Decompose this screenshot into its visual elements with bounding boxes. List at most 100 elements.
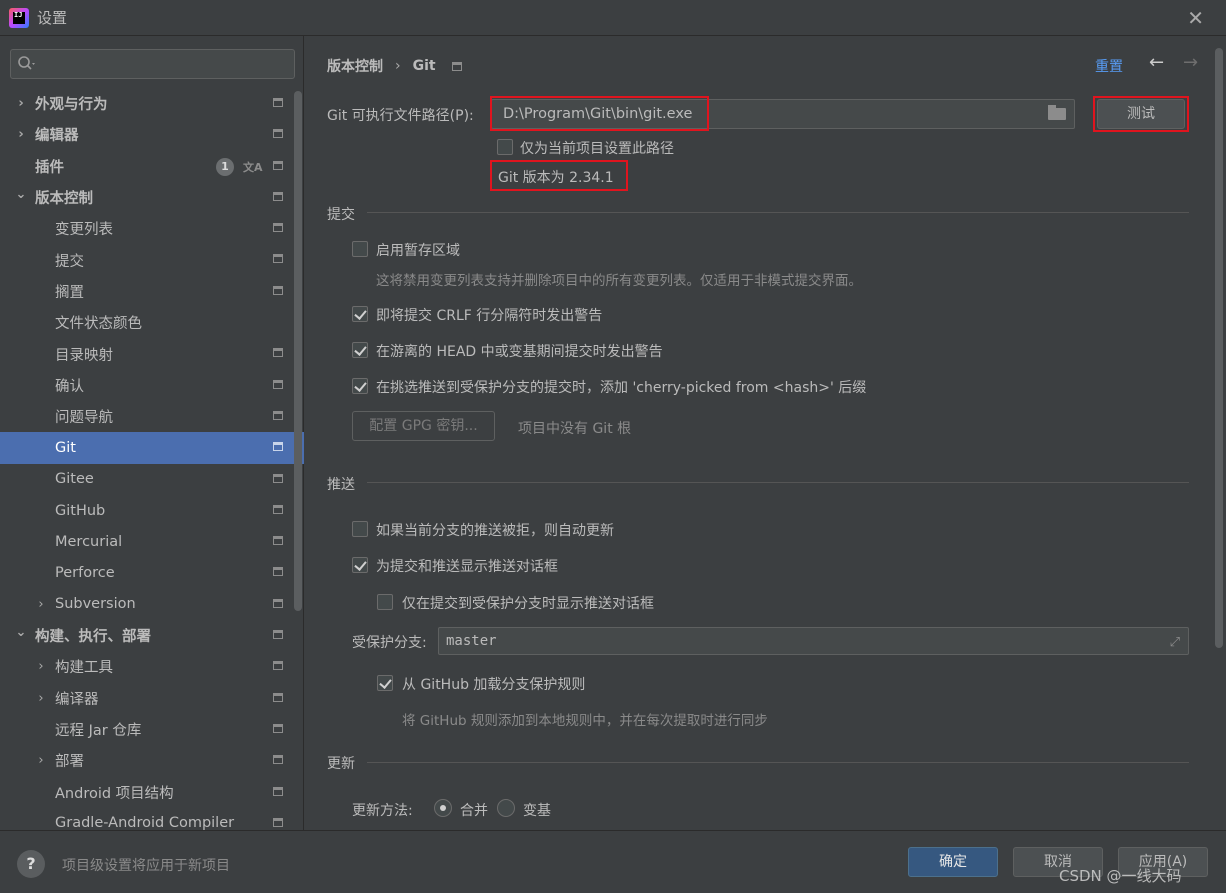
sidebar-item[interactable]: › 外观与行为: [0, 88, 293, 119]
sidebar-item[interactable]: › 部署: [0, 745, 293, 776]
help-icon[interactable]: ?: [17, 850, 45, 878]
project-only-checkbox[interactable]: [497, 139, 513, 155]
chevron-right-icon[interactable]: ›: [35, 691, 47, 706]
sidebar-item-label: 构建、执行、部署: [35, 629, 151, 646]
sidebar-item-label: 编译器: [55, 691, 99, 708]
page-icon: [273, 223, 283, 233]
ok-button[interactable]: 确定: [908, 847, 998, 877]
main-scrollbar[interactable]: [1215, 48, 1223, 648]
close-icon[interactable]: ✕: [1187, 8, 1204, 28]
footer-hint: 项目级设置将应用于新项目: [62, 858, 230, 874]
chevron-right-icon[interactable]: ›: [35, 659, 47, 674]
sidebar-item[interactable]: 问题导航: [0, 401, 293, 432]
protected-only-label: 仅在提交到受保护分支时显示推送对话框: [402, 596, 654, 612]
git-path-label: Git 可执行文件路径(P):: [327, 108, 474, 124]
chevron-right-icon[interactable]: ›: [35, 597, 47, 612]
update-badge: 1: [216, 157, 234, 176]
sidebar-item[interactable]: › 编译器: [0, 683, 293, 714]
expand-icon[interactable]: ⤢: [1170, 630, 1180, 656]
page-icon: [273, 630, 283, 640]
sidebar-scrollbar[interactable]: [294, 91, 302, 611]
reset-link[interactable]: 重置: [1095, 56, 1123, 76]
back-arrow-icon[interactable]: ←: [1149, 52, 1164, 73]
sidebar-item[interactable]: › Subversion: [0, 589, 293, 620]
sidebar-item-label: Subversion: [55, 596, 136, 613]
sidebar-item-label: 外观与行为: [35, 97, 108, 114]
translate-icon: 文A: [243, 160, 263, 174]
dialog-footer: ? 项目级设置将应用于新项目 确定 取消 应用(A) CSDN @一线大码: [0, 830, 1226, 893]
sidebar-item[interactable]: 目录映射: [0, 338, 293, 369]
sidebar-item-label: 目录映射: [55, 347, 113, 364]
section-divider: [367, 482, 1189, 483]
sidebar-item[interactable]: 变更列表: [0, 213, 293, 244]
sidebar-item[interactable]: 确认: [0, 370, 293, 401]
sidebar-item[interactable]: 远程 Jar 仓库: [0, 714, 293, 745]
merge-radio[interactable]: [434, 799, 452, 817]
sidebar-item[interactable]: Git: [0, 432, 304, 464]
sidebar-item[interactable]: › 编辑器: [0, 119, 293, 150]
page-icon: [273, 160, 283, 170]
github-rules-checkbox[interactable]: [377, 675, 393, 691]
detached-head-checkbox[interactable]: [352, 342, 368, 358]
page-icon: [273, 254, 283, 264]
sidebar-item[interactable]: GitHub: [0, 495, 293, 526]
page-icon: [273, 504, 283, 514]
cherry-pick-checkbox[interactable]: [352, 378, 368, 394]
sidebar-item-label: Gitee: [55, 471, 94, 488]
show-push-dialog-label: 为提交和推送显示推送对话框: [376, 559, 558, 575]
cherry-pick-label: 在挑选推送到受保护分支的提交时，添加 'cherry-picked from <…: [376, 380, 867, 396]
commit-section-title: 提交: [327, 207, 355, 223]
sidebar-item-label: 版本控制: [35, 191, 93, 208]
sidebar-item[interactable]: Android 项目结构: [0, 777, 293, 808]
breadcrumb-parent[interactable]: 版本控制: [327, 56, 383, 76]
sidebar-item[interactable]: › 构建工具: [0, 651, 293, 682]
sidebar-item[interactable]: 提交: [0, 244, 293, 275]
sidebar-item-label: 提交: [55, 253, 84, 270]
sidebar-item[interactable]: ⌄ 版本控制: [0, 182, 293, 213]
sidebar-item[interactable]: Gitee: [0, 464, 293, 495]
gpg-key-button[interactable]: 配置 GPG 密钥...: [352, 411, 495, 441]
sidebar-item[interactable]: 搁置: [0, 276, 293, 307]
sidebar-item-label: Android 项目结构: [55, 785, 174, 802]
protected-branch-field[interactable]: master ⤢: [438, 627, 1189, 655]
rebase-radio[interactable]: [497, 799, 515, 817]
chevron-right-icon[interactable]: ›: [15, 127, 27, 142]
page-icon: [273, 755, 283, 765]
sidebar-item-label: 编辑器: [35, 128, 79, 145]
sidebar-item[interactable]: 文件状态颜色: [0, 307, 293, 338]
sidebar-item[interactable]: Perforce: [0, 557, 293, 588]
search-icon: [17, 55, 43, 73]
crlf-checkbox[interactable]: [352, 306, 368, 322]
show-push-dialog-checkbox[interactable]: [352, 557, 368, 573]
page-icon: [273, 379, 283, 389]
page-icon: [273, 98, 283, 107]
search-input[interactable]: [10, 49, 295, 79]
forward-arrow-icon[interactable]: →: [1183, 52, 1198, 73]
crlf-label: 即将提交 CRLF 行分隔符时发出警告: [376, 308, 603, 324]
window-title: 设置: [37, 9, 68, 27]
page-icon: [273, 410, 283, 420]
sidebar-item-label: 部署: [55, 754, 84, 771]
auto-update-label: 如果当前分支的推送被拒，则自动更新: [376, 523, 614, 539]
highlight-box: [1093, 96, 1189, 132]
chevron-down-icon[interactable]: ⌄: [15, 187, 27, 202]
auto-update-checkbox[interactable]: [352, 521, 368, 537]
merge-label: 合并: [460, 803, 488, 819]
chevron-right-icon[interactable]: ›: [15, 96, 27, 111]
sidebar-item[interactable]: ⌄ 构建、执行、部署: [0, 620, 293, 651]
sidebar-item-label: Perforce: [55, 565, 115, 582]
chevron-right-icon[interactable]: ›: [35, 753, 47, 768]
sidebar-item-label: 构建工具: [55, 660, 113, 677]
folder-icon[interactable]: [1048, 105, 1066, 120]
protected-only-checkbox[interactable]: [377, 594, 393, 610]
detached-head-label: 在游离的 HEAD 中或变基期间提交时发出警告: [376, 344, 663, 360]
sidebar-item[interactable]: Mercurial: [0, 526, 293, 557]
push-section-title: 推送: [327, 477, 355, 493]
staging-checkbox[interactable]: [352, 241, 368, 257]
sidebar-item[interactable]: 插件 1 文A: [0, 151, 293, 182]
chevron-down-icon[interactable]: ⌄: [15, 625, 27, 640]
sidebar-item-label: 变更列表: [55, 222, 113, 239]
protected-branch-value: master: [446, 633, 497, 649]
gpg-hint: 项目中没有 Git 根: [518, 421, 632, 437]
sidebar-item-label: GitHub: [55, 502, 106, 519]
